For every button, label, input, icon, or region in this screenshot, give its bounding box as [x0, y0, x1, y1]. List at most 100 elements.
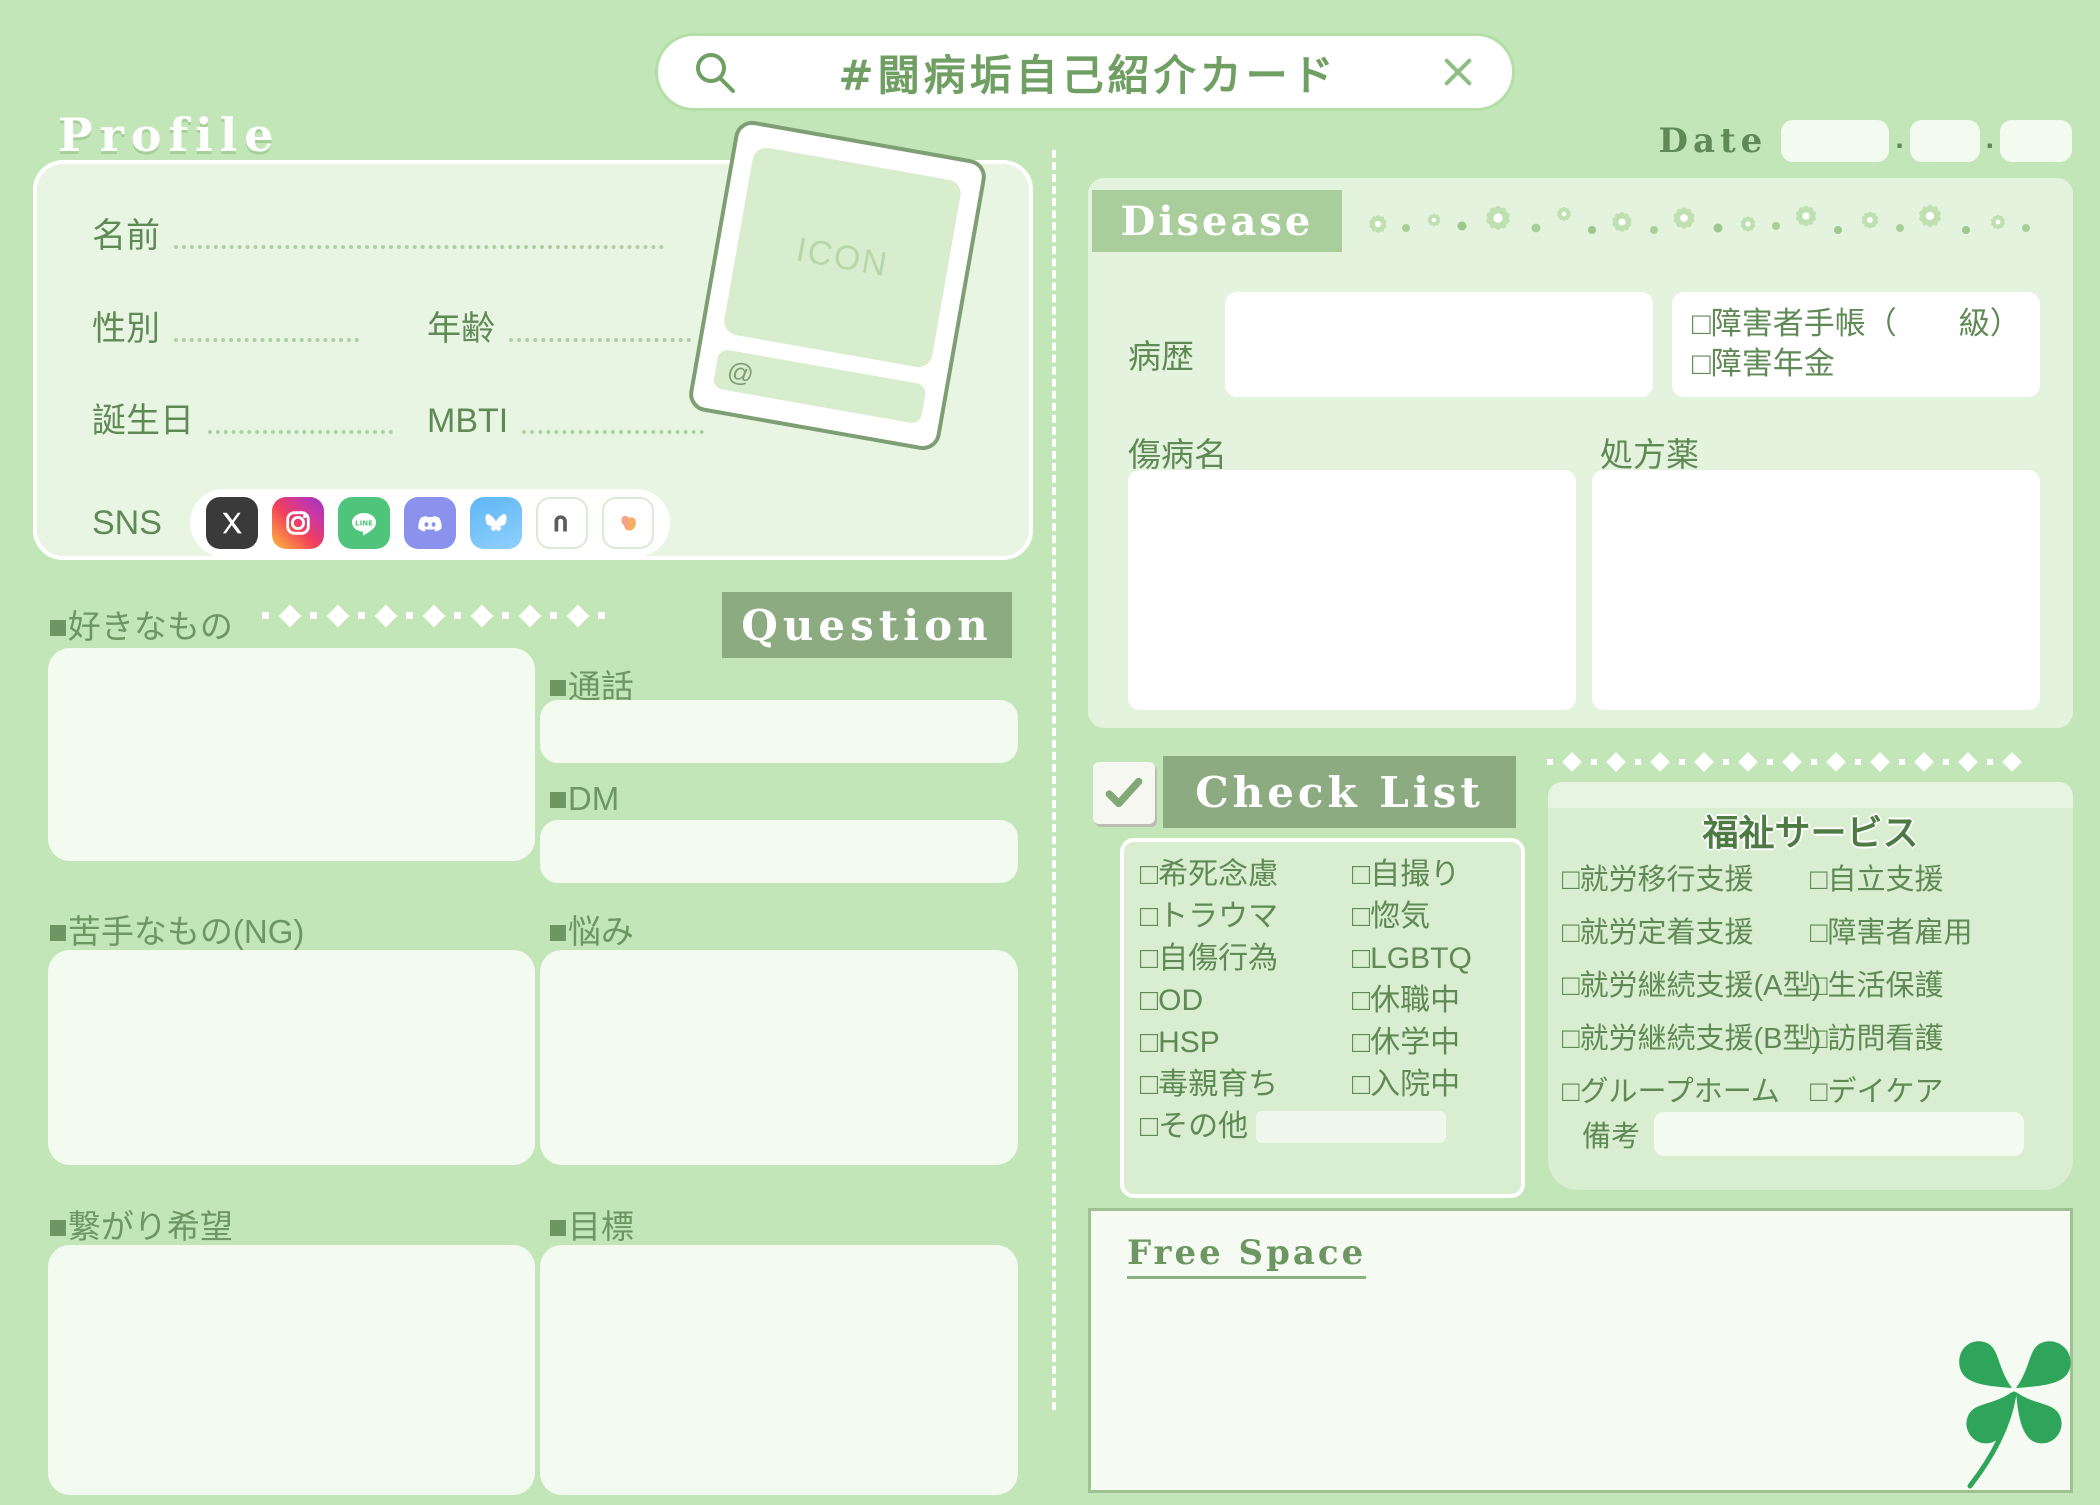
connection-textarea[interactable] [48, 1245, 535, 1495]
checkbox-visiting-nurse[interactable]: □訪問看護 [1810, 1015, 1944, 1057]
four-leaf-clover-icon [1934, 1310, 2094, 1500]
checkbox-continuous-support-a[interactable]: □就労継続支援(A型) [1562, 962, 1810, 1004]
instagram-icon[interactable] [272, 497, 324, 549]
section-label-connection: ■繋がり希望 [48, 1200, 233, 1248]
misskey-icon[interactable] [602, 497, 654, 549]
icon-image-placeholder[interactable]: ICON [722, 146, 963, 370]
checkbox-group-home[interactable]: □グループホーム [1562, 1068, 1810, 1110]
illness-name-label: 傷病名 [1128, 428, 1227, 476]
checkmark-icon [1093, 762, 1155, 824]
illness-name-textarea[interactable] [1128, 470, 1576, 710]
welfare-row: □就労移行支援 □自立支援 [1562, 856, 2062, 898]
disease-history-input[interactable] [1225, 292, 1653, 397]
section-label-dm: ■DM [548, 780, 619, 818]
checkbox-on-leave-work[interactable]: □休職中 [1352, 984, 1521, 1017]
checkbox-independence-support[interactable]: □自立支援 [1810, 856, 1944, 898]
checkbox-lovetalk[interactable]: □惚気 [1352, 900, 1521, 933]
worry-textarea[interactable] [540, 950, 1018, 1165]
profile-field-mbti[interactable]: MBTI [427, 404, 704, 438]
welfare-row: □就労継続支援(A型) □生活保護 [1562, 962, 2062, 1004]
welfare-row: □グループホーム □デイケア [1562, 1068, 2062, 1110]
goal-textarea[interactable] [540, 1245, 1018, 1495]
section-label-likes: ■好きなもの [48, 600, 233, 648]
date-day-input[interactable] [2000, 120, 2072, 162]
checkbox-toxic-parents[interactable]: □毒親育ち [1140, 1068, 1352, 1101]
profile-field-birthday[interactable]: 誕生日 [92, 404, 393, 438]
checkbox-on-leave-school[interactable]: □休学中 [1352, 1026, 1521, 1059]
flower-divider [1358, 190, 2058, 252]
page-title: #闘病垢自己紹介カード [738, 42, 1438, 103]
checkbox-disability-pension[interactable]: □障害年金 [1692, 344, 2020, 384]
close-icon[interactable] [1438, 52, 1478, 92]
profile-input-age[interactable] [509, 336, 691, 342]
discord-icon[interactable] [404, 497, 456, 549]
checklist-heading: Check List [1163, 756, 1516, 828]
line-icon[interactable]: LINE [338, 497, 390, 549]
x-twitter-icon[interactable] [206, 497, 258, 549]
checkbox-selfie[interactable]: □自撮り [1352, 858, 1521, 891]
date-separator-2: . [1986, 129, 1994, 153]
welfare-remark-row[interactable]: 備考 [1582, 1112, 2024, 1156]
welfare-remark-input[interactable] [1654, 1112, 2024, 1156]
date-label: Date [1658, 121, 1767, 161]
welfare-row: □就労定着支援 □障害者雇用 [1562, 909, 2062, 951]
profile-input-birthday[interactable] [208, 428, 393, 434]
title-search-bar[interactable]: #闘病垢自己紹介カード [655, 33, 1515, 111]
profile-input-name[interactable] [174, 243, 664, 249]
checkbox-lgbtq[interactable]: □LGBTQ [1352, 942, 1521, 975]
profile-field-name[interactable]: 名前 [92, 219, 664, 253]
checkbox-od[interactable]: □OD [1140, 984, 1352, 1017]
sns-label: SNS [92, 504, 162, 543]
checkbox-hsp[interactable]: □HSP [1140, 1026, 1352, 1059]
sns-icon-group: LINE [190, 489, 670, 557]
checkbox-continuous-support-b[interactable]: □就労継続支援(B型) [1562, 1015, 1810, 1057]
date-month-input[interactable] [1910, 120, 1980, 162]
note-icon[interactable] [536, 497, 588, 549]
checkbox-trauma[interactable]: □トラウマ [1140, 900, 1352, 933]
call-input[interactable] [540, 700, 1018, 763]
checklist-panel: □希死念慮 □自撮り □トラウマ □惚気 □自傷行為 □LGBTQ □OD □休… [1120, 838, 1525, 1198]
checkbox-other[interactable]: □その他 [1140, 1110, 1248, 1143]
section-label-dislikes: ■苦手なもの(NG) [48, 905, 304, 953]
welfare-title: 福祉サービス [1548, 804, 2073, 856]
question-heading: Question [722, 592, 1012, 658]
profile-label-mbti: MBTI [427, 404, 508, 438]
welfare-panel: 福祉サービス □就労移行支援 □自立支援 □就労定着支援 □障害者雇用 □就労継… [1548, 782, 2073, 1190]
checkbox-employment-transition[interactable]: □就労移行支援 [1562, 856, 1810, 898]
likes-textarea[interactable] [48, 648, 535, 861]
checkbox-selfharm[interactable]: □自傷行為 [1140, 942, 1352, 975]
checklist-other-input[interactable] [1256, 1111, 1446, 1143]
profile-input-mbti[interactable] [522, 428, 704, 434]
question-heading-label: Question [741, 601, 992, 650]
checkbox-disability-employment[interactable]: □障害者雇用 [1810, 909, 1973, 951]
checkbox-day-care[interactable]: □デイケア [1810, 1068, 1944, 1110]
bluesky-icon[interactable] [470, 497, 522, 549]
dislikes-textarea[interactable] [48, 950, 535, 1165]
checkbox-suicidal-ideation[interactable]: □希死念慮 [1140, 858, 1352, 891]
profile-label-birthday: 誕生日 [92, 404, 194, 438]
search-icon[interactable] [692, 49, 738, 95]
free-space-panel[interactable]: Free Space [1088, 1208, 2073, 1493]
checkbox-employment-retention[interactable]: □就労定着支援 [1562, 909, 1810, 951]
icon-photo-frame[interactable]: ICON @ [686, 118, 988, 453]
checkbox-hospitalized[interactable]: □入院中 [1352, 1068, 1521, 1101]
sns-row: SNS LINE [92, 489, 670, 557]
checkbox-disability-certificate[interactable]: □障害者手帳（ 級） [1692, 304, 2020, 344]
profile-field-age[interactable]: 年齢 [427, 312, 691, 346]
date-field[interactable]: Date . . [1658, 120, 2072, 162]
medicine-textarea[interactable] [1592, 470, 2040, 710]
svg-text:LINE: LINE [355, 519, 373, 527]
profile-input-gender[interactable] [174, 336, 359, 342]
at-sign-icon: @ [725, 355, 756, 390]
dm-input[interactable] [540, 820, 1018, 883]
profile-heading: Profile [58, 108, 281, 162]
disease-heading: Disease [1092, 190, 1342, 252]
profile-label-name: 名前 [92, 219, 160, 253]
welfare-row: □就労継続支援(B型) □訪問看護 [1562, 1015, 2062, 1057]
welfare-remark-label: 備考 [1582, 1113, 1640, 1155]
checklist-other-row[interactable]: □その他 [1140, 1110, 1521, 1143]
profile-field-gender[interactable]: 性別 [92, 312, 359, 346]
disease-check-group[interactable]: □障害者手帳（ 級） □障害年金 [1672, 292, 2040, 397]
checkbox-welfare-benefits[interactable]: □生活保護 [1810, 962, 1944, 1004]
date-year-input[interactable] [1781, 120, 1889, 162]
